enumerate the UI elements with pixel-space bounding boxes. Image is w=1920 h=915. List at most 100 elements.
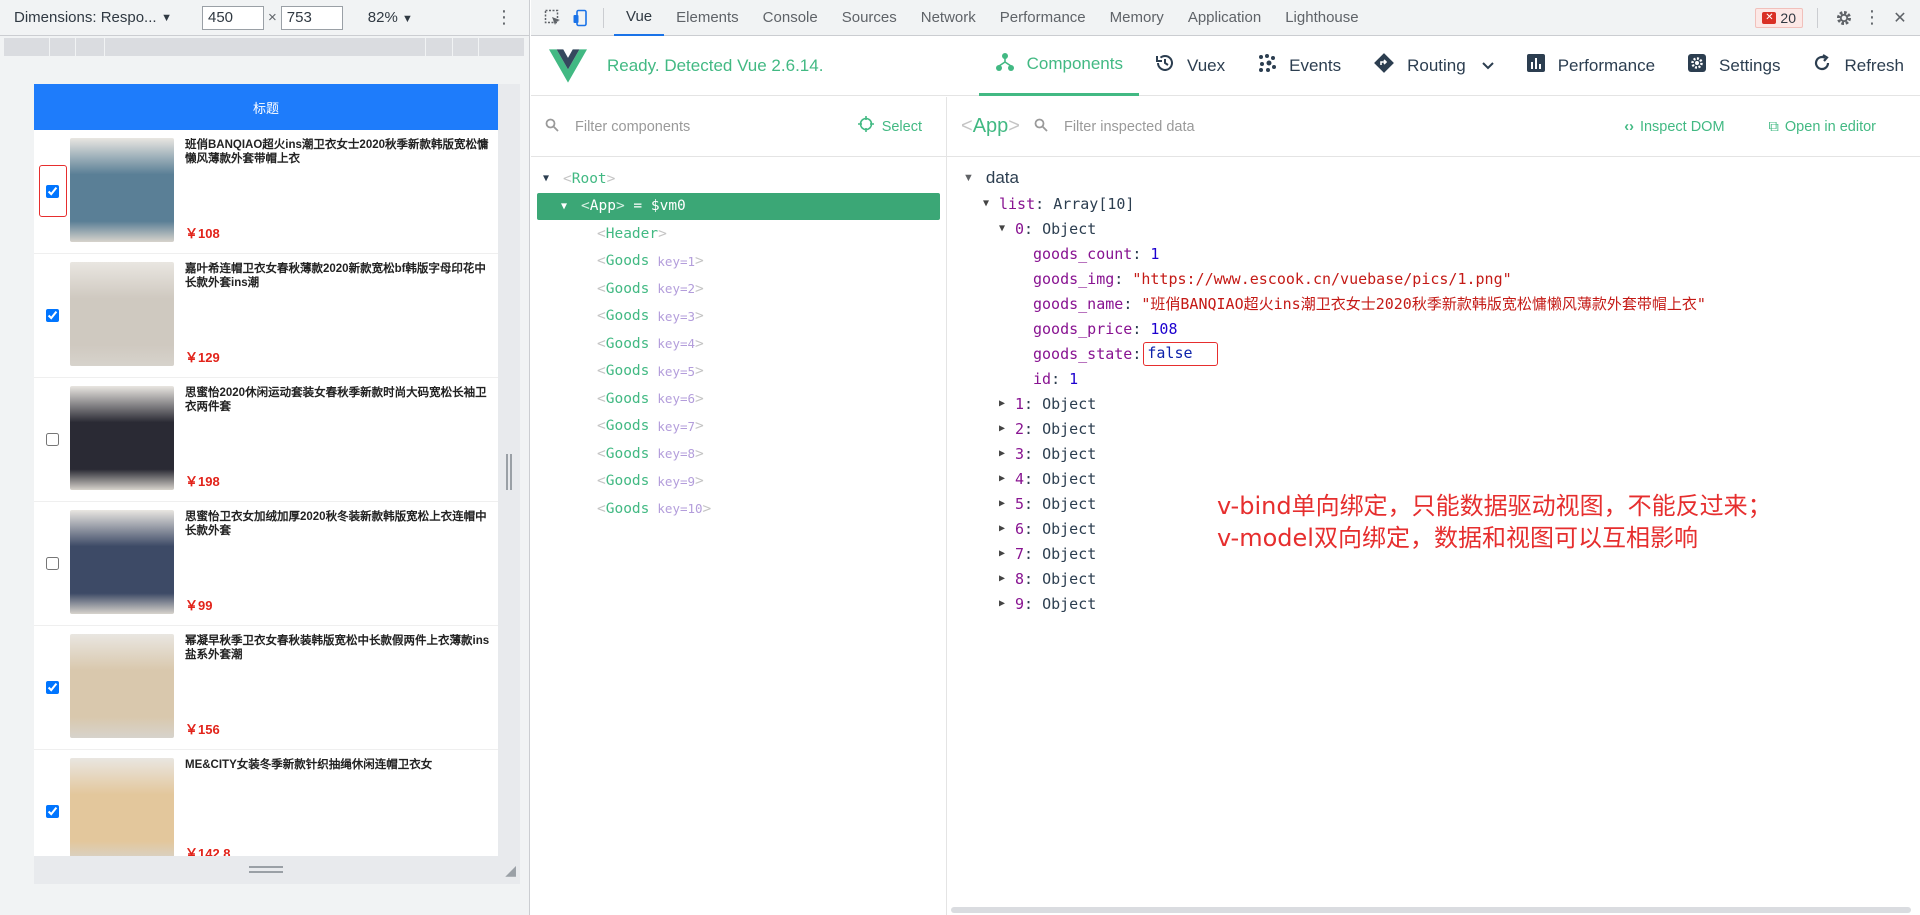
expand-triangle-icon[interactable]: ▼ — [963, 172, 974, 184]
resize-corner-icon[interactable]: ◢ — [505, 862, 516, 879]
nav-vuex[interactable]: Vuex — [1139, 36, 1241, 96]
goods-checkbox[interactable] — [45, 805, 59, 818]
ruler-segment[interactable] — [479, 38, 525, 56]
data-value[interactable]: 1 — [1150, 245, 1159, 263]
ruler-segment[interactable] — [49, 38, 76, 56]
tree-node-goods[interactable]: < Goods key=8 > — [531, 440, 946, 468]
tab-lighthouse[interactable]: Lighthouse — [1273, 0, 1370, 36]
data-row-goods-price[interactable]: goods_price: 108 — [947, 316, 1920, 341]
tab-vue[interactable]: Vue — [614, 0, 665, 36]
media-query-ruler[interactable] — [4, 38, 525, 60]
goods-checkbox[interactable] — [45, 681, 59, 694]
goods-checkbox[interactable] — [45, 557, 59, 570]
tree-node-app[interactable]: ▼ < App > = $vm0 — [537, 192, 940, 220]
tab-sources[interactable]: Sources — [830, 0, 909, 36]
data-row-item[interactable]: ▶ 2: Object — [947, 416, 1920, 441]
expand-triangle-icon[interactable]: ▶ — [999, 423, 1015, 434]
data-section-header[interactable]: ▼ data — [947, 165, 1920, 191]
tree-node-goods[interactable]: < Goods key=5 > — [531, 358, 946, 386]
tab-network[interactable]: Network — [909, 0, 988, 36]
ruler-segment[interactable] — [105, 38, 426, 56]
nav-events[interactable]: Events — [1241, 36, 1357, 96]
data-value[interactable]: "https://www.escook.cn/vuebase/pics/1.pn… — [1132, 270, 1511, 288]
inspect-dom-button[interactable]: ‹› Inspect DOM — [1624, 119, 1746, 135]
expand-triangle-icon[interactable]: ▶ — [999, 523, 1015, 534]
inspect-element-icon[interactable] — [539, 4, 567, 32]
tree-node-goods[interactable]: < Goods key=6 > — [531, 385, 946, 413]
data-row-goods-count[interactable]: goods_count: 1 — [947, 241, 1920, 266]
more-options-icon[interactable]: ⋮ — [1858, 4, 1886, 32]
data-row-item[interactable]: ▶ 9: Object — [947, 591, 1920, 616]
nav-settings[interactable]: Settings — [1671, 36, 1796, 96]
tab-console[interactable]: Console — [751, 0, 830, 36]
data-row-goods-name[interactable]: goods_name: "班俏BANQIAO超火ins潮卫衣女士2020秋季新款… — [947, 291, 1920, 316]
open-in-editor-button[interactable]: ⧉ Open in editor — [1769, 119, 1898, 135]
tree-node-root[interactable]: ▼ < Root > — [531, 165, 946, 193]
expand-triangle-icon[interactable]: ▶ — [999, 473, 1015, 484]
tree-node-goods[interactable]: < Goods key=3 > — [531, 303, 946, 331]
data-row-item[interactable]: ▶ 1: Object — [947, 391, 1920, 416]
goods-checkbox[interactable] — [45, 433, 59, 446]
data-value[interactable]: 108 — [1150, 320, 1177, 338]
data-row-goods-img[interactable]: goods_img: "https://www.escook.cn/vuebas… — [947, 266, 1920, 291]
nav-routing[interactable]: Routing — [1357, 36, 1510, 96]
expand-triangle-icon[interactable]: ▶ — [999, 573, 1015, 584]
tree-node-goods[interactable]: < Goods key=1 > — [531, 248, 946, 276]
expand-triangle-icon[interactable]: ▶ — [999, 548, 1015, 559]
data-row-item-0[interactable]: ▼ 0: Object — [947, 216, 1920, 241]
error-count-badge[interactable]: ✕ 20 — [1755, 7, 1803, 28]
zoom-select[interactable]: 82% ▼ — [368, 9, 413, 26]
ruler-segment[interactable] — [4, 38, 50, 56]
filter-inspected-input[interactable]: Filter inspected data — [1064, 119, 1195, 135]
close-icon[interactable]: ✕ — [1886, 4, 1914, 32]
ruler-segment[interactable] — [425, 38, 454, 56]
ruler-segment[interactable] — [453, 38, 480, 56]
expand-triangle-icon[interactable]: ▶ — [999, 498, 1015, 509]
width-input[interactable] — [202, 5, 264, 30]
select-component-button[interactable]: Select — [857, 116, 922, 137]
expand-triangle-icon[interactable]: ▶ — [999, 448, 1015, 459]
vue-detected-status: Ready. Detected Vue 2.6.14. — [607, 55, 824, 75]
height-input[interactable] — [280, 5, 343, 30]
data-row-item[interactable]: ▶ 8: Object — [947, 566, 1920, 591]
filter-components-input[interactable]: Filter components — [575, 119, 690, 135]
tree-node-goods[interactable]: < Goods key=7 > — [531, 413, 946, 441]
nav-refresh[interactable]: Refresh — [1796, 36, 1920, 96]
ruler-segment[interactable] — [75, 38, 106, 56]
expand-triangle-icon[interactable]: ▼ — [543, 173, 555, 184]
data-value[interactable]: "班俏BANQIAO超火ins潮卫衣女士2020秋季新款韩版宽松慵懒风薄款外套带… — [1141, 293, 1706, 314]
data-row-list[interactable]: ▼ list: Array[10] — [947, 191, 1920, 216]
expand-triangle-icon[interactable]: ▶ — [999, 598, 1015, 609]
viewport-resize-handle-bottom[interactable]: ◢ — [34, 856, 520, 884]
expand-triangle-icon[interactable]: ▶ — [999, 398, 1015, 409]
expand-triangle-icon[interactable]: ▼ — [999, 223, 1015, 234]
tree-node-goods[interactable]: < Goods key=9 > — [531, 468, 946, 496]
data-value-highlighted[interactable]: false — [1143, 341, 1218, 366]
tree-node-goods[interactable]: < Goods key=2 > — [531, 275, 946, 303]
data-row-goods-state[interactable]: goods_state: false — [947, 341, 1920, 366]
data-value[interactable]: 1 — [1069, 370, 1078, 388]
data-row-item[interactable]: ▶ 3: Object — [947, 441, 1920, 466]
expand-triangle-icon[interactable]: ▼ — [983, 198, 999, 209]
more-options-icon[interactable]: ⋮ — [495, 7, 513, 28]
device-toolbar-icon[interactable] — [567, 4, 595, 32]
dimensions-select[interactable]: Dimensions: Respo... ▼ — [14, 9, 172, 26]
tab-performance[interactable]: Performance — [988, 0, 1098, 36]
tree-node-key: key=10 — [657, 501, 703, 517]
data-row-id[interactable]: id: 1 — [947, 366, 1920, 391]
tab-elements[interactable]: Elements — [664, 0, 751, 36]
tab-application[interactable]: Application — [1176, 0, 1273, 36]
goods-item: ME&CITY女装冬季新款针织抽绳休闲连帽卫衣女 ￥142.8 — [34, 750, 498, 856]
tree-node-goods[interactable]: < Goods key=10 > — [531, 495, 946, 523]
nav-components[interactable]: Components — [978, 36, 1139, 96]
tab-memory[interactable]: Memory — [1098, 0, 1176, 36]
horizontal-scrollbar[interactable] — [951, 907, 1911, 913]
tree-node-goods[interactable]: < Goods key=4 > — [531, 330, 946, 358]
data-row-item[interactable]: ▶ 4: Object — [947, 466, 1920, 491]
nav-performance[interactable]: Performance — [1510, 36, 1671, 96]
goods-checkbox[interactable] — [45, 309, 59, 322]
viewport-resize-handle-right[interactable] — [498, 84, 520, 856]
expand-triangle-icon[interactable]: ▼ — [561, 201, 573, 212]
gear-icon[interactable] — [1830, 4, 1858, 32]
tree-node-header[interactable]: < Header > — [531, 220, 946, 248]
